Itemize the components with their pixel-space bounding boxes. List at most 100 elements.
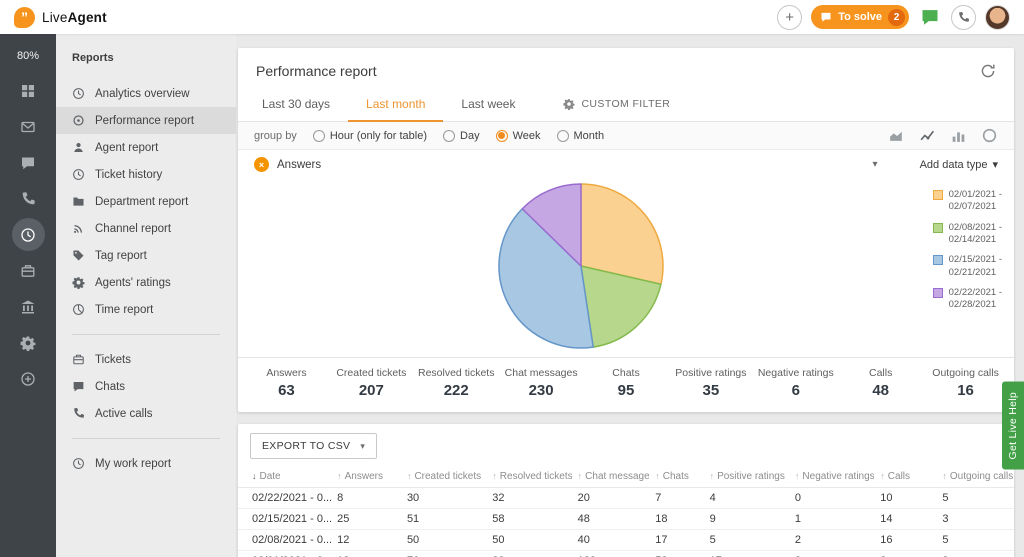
sidebar-item-agent-report[interactable]: Agent report [56, 134, 236, 161]
column-header-chats[interactable]: ↑Chats [649, 468, 703, 488]
sidebar-item-agents-ratings[interactable]: Agents' ratings [56, 269, 236, 296]
table-cell: 51 [401, 509, 486, 530]
rail-item-mail[interactable] [12, 110, 45, 143]
table-cell: 40 [572, 530, 650, 551]
legend-item-1[interactable]: 02/08/2021 -02/14/2021 [933, 222, 1002, 247]
radio-week[interactable]: Week [496, 130, 541, 142]
sidebar-item-department-report[interactable]: Department report [56, 188, 236, 215]
group-by-options: Hour (only for table) Day Week Month [313, 130, 604, 142]
radio-label: Month [574, 130, 605, 142]
column-header-answers[interactable]: ↑Answers [331, 468, 401, 488]
sidebar-item-channel-report[interactable]: Channel report [56, 215, 236, 242]
bar-chart-icon[interactable] [950, 127, 967, 144]
table-cell: 32 [486, 488, 571, 509]
table-cell: 76 [401, 551, 486, 557]
rail-item-billing[interactable] [12, 290, 45, 323]
to-solve-button[interactable]: To solve 2 [811, 5, 909, 29]
column-header-resolved-tickets[interactable]: ↑Resolved tickets [486, 468, 571, 488]
sidebar-item-time-report[interactable]: Time report [56, 296, 236, 323]
tab-last-30-days[interactable]: Last 30 days [244, 87, 348, 122]
radio-icon [313, 130, 325, 142]
add-data-type-button[interactable]: Add data type▾ [920, 158, 998, 171]
legend-item-2[interactable]: 02/15/2021 -02/21/2021 [933, 254, 1002, 279]
usage-percent: 80% [17, 50, 39, 62]
line-chart-icon[interactable] [919, 127, 936, 144]
stat-label: Outgoing calls [923, 367, 1008, 379]
reports-title: Reports [56, 42, 236, 80]
sidebar-item-tag-report[interactable]: Tag report [56, 242, 236, 269]
calls-header-button[interactable] [951, 5, 976, 30]
live-help-tab[interactable]: Get Live Help [1002, 382, 1024, 470]
tab-last-month[interactable]: Last month [348, 87, 443, 122]
to-solve-label: To solve [838, 11, 882, 23]
rail-item-calls[interactable] [12, 182, 45, 215]
stat-label: Calls [838, 367, 923, 379]
sidebar-item-performance-report[interactable]: Performance report [56, 107, 236, 134]
table-cell: 48 [572, 509, 650, 530]
top-header: ” LiveAgent + To solve 2 [0, 0, 1024, 34]
sidebar-item-label: Tag report [95, 250, 147, 262]
sidebar-item-analytics-overview[interactable]: Analytics overview [56, 80, 236, 107]
legend-item-0[interactable]: 02/01/2021 -02/07/2021 [933, 189, 1002, 214]
sidebar-item-tickets[interactable]: Tickets [56, 346, 236, 373]
rail-item-settings[interactable] [12, 326, 45, 359]
legend-swatch-icon [933, 223, 943, 233]
table-cell: 8 [331, 488, 401, 509]
rail-item-add[interactable] [12, 362, 45, 395]
sidebar-item-label: Department report [95, 196, 188, 208]
sort-icon: ↑ [655, 471, 660, 481]
sort-icon: ↑ [795, 471, 800, 481]
legend-item-3[interactable]: 02/22/2021 -02/28/2021 [933, 287, 1002, 312]
liveagent-logo-icon: ” [14, 7, 35, 28]
chats-header-button[interactable] [918, 5, 942, 29]
column-header-date[interactable]: ↓Date [238, 468, 331, 488]
radio-hour-only-for-table[interactable]: Hour (only for table) [313, 130, 427, 142]
custom-filter-button[interactable]: CUSTOM FILTER [547, 87, 686, 121]
column-header-calls[interactable]: ↑Calls [874, 468, 936, 488]
avatar[interactable] [985, 5, 1010, 30]
stat-answers: Answers63 [244, 367, 329, 399]
rail-item-chats[interactable] [12, 146, 45, 179]
rail-item-reports[interactable] [12, 218, 45, 251]
export-to-csv-button[interactable]: EXPORT TO CSV▾ [250, 433, 377, 459]
column-header-created-tickets[interactable]: ↑Created tickets [401, 468, 486, 488]
column-header-chat-messages[interactable]: ↑Chat messages [572, 468, 650, 488]
sidebar-item-my-work-report[interactable]: My work report [56, 450, 236, 477]
clock-icon [72, 87, 85, 100]
series-collapse-caret[interactable]: ▾ [873, 159, 878, 170]
rail-item-dashboard[interactable] [12, 74, 45, 107]
column-header-outgoing-calls[interactable]: ↑Outgoing calls [936, 468, 1014, 488]
stat-value: 16 [923, 382, 1008, 399]
table-cell: 50 [401, 530, 486, 551]
sidebar-item-chats[interactable]: Chats [56, 373, 236, 400]
billing-icon [20, 299, 36, 315]
chat-icon [72, 380, 85, 393]
reports-icon [20, 227, 36, 243]
sidebar-item-active-calls[interactable]: Active calls [56, 400, 236, 427]
add-button[interactable]: + [777, 5, 802, 30]
radio-icon [443, 130, 455, 142]
nav-divider [72, 438, 220, 439]
answers-series-icon[interactable]: × [254, 157, 269, 172]
tab-last-week[interactable]: Last week [443, 87, 533, 122]
refresh-button[interactable] [980, 63, 996, 79]
table-cell: 02/08/2021 - 0... [238, 530, 331, 551]
pie-chart-icon[interactable] [981, 127, 998, 144]
area-chart-icon[interactable] [888, 127, 905, 144]
stat-resolved-tickets: Resolved tickets222 [414, 367, 499, 399]
phone-icon [72, 407, 85, 420]
table-cell: 10 [874, 488, 936, 509]
sidebar-item-ticket-history[interactable]: Ticket history [56, 161, 236, 188]
stat-chats: Chats95 [584, 367, 669, 399]
sidebar-item-label: Active calls [95, 408, 153, 420]
rail-item-tickets[interactable] [12, 254, 45, 287]
column-header-negative-ratings[interactable]: ↑Negative ratings [789, 468, 874, 488]
summary-stats-row: Answers63Created tickets207Resolved tick… [238, 357, 1014, 412]
table-cell: 122 [572, 551, 650, 557]
radio-label: Hour (only for table) [330, 130, 427, 142]
column-header-positive-ratings[interactable]: ↑Positive ratings [704, 468, 789, 488]
liveagent-logo: ” LiveAgent [14, 7, 107, 28]
radio-day[interactable]: Day [443, 130, 480, 142]
sidebar-item-label: Agent report [95, 142, 158, 154]
radio-month[interactable]: Month [557, 130, 605, 142]
